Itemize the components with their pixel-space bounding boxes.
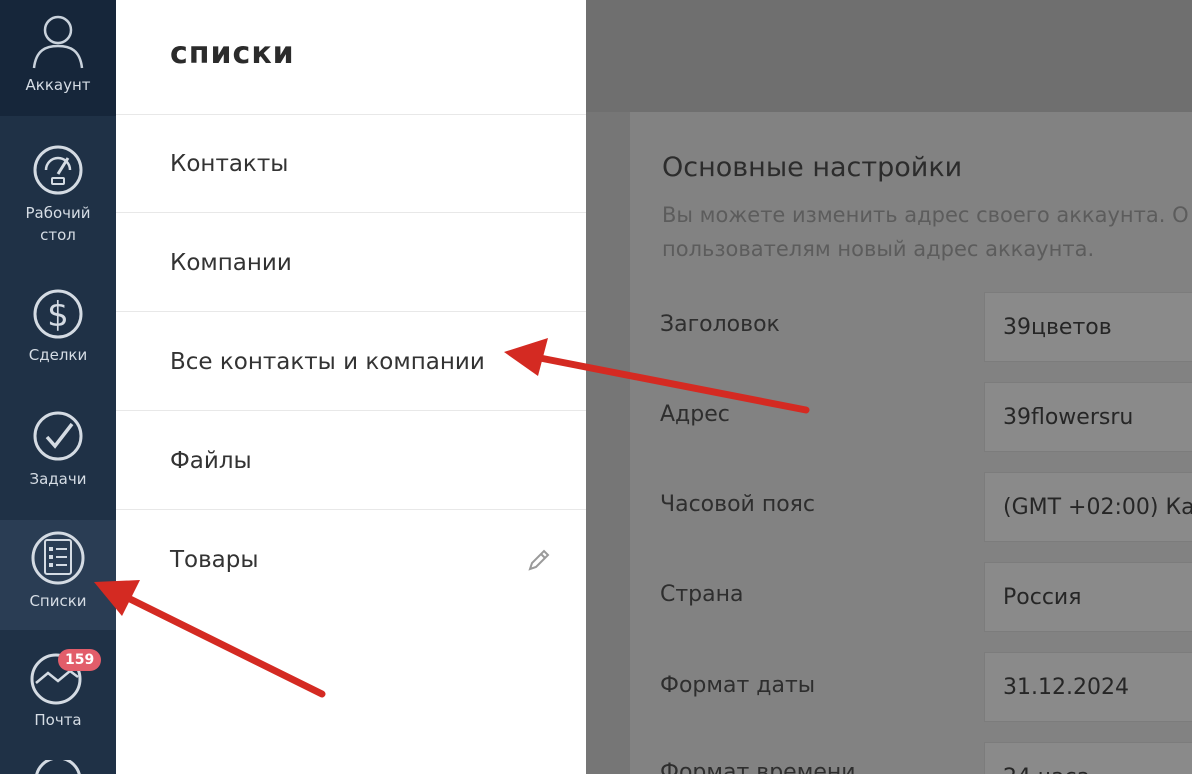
- list-item-all-contacts-companies[interactable]: Все контакты и компании: [116, 313, 586, 411]
- field-label-time-format: Формат времени: [660, 760, 856, 774]
- field-label-address: Адрес: [660, 402, 730, 427]
- app-window: Аккаунт Рабочий стол $ Сделки Задачи Спи…: [0, 0, 1192, 774]
- nav-dashboard[interactable]: Рабочий стол: [0, 138, 116, 246]
- list-item-companies[interactable]: Компании: [116, 214, 586, 312]
- list-item-products[interactable]: Товары: [116, 511, 586, 609]
- settings-description: Вы можете изменить адрес своего аккаунта…: [662, 198, 1192, 266]
- field-label-timezone: Часовой пояс: [660, 492, 816, 517]
- list-item-files[interactable]: Файлы: [116, 412, 586, 510]
- checkmark-icon: [33, 411, 83, 461]
- field-label-title: Заголовок: [660, 312, 780, 337]
- list-item-label: Файлы: [170, 448, 252, 474]
- nav-lists[interactable]: Списки: [0, 520, 116, 630]
- content-header: [586, 0, 1192, 112]
- dollar-icon: $: [33, 289, 83, 339]
- field-label-country: Страна: [660, 582, 744, 607]
- svg-text:$: $: [47, 295, 69, 335]
- settings-description-line: пользователям новый адрес аккаунта.: [662, 237, 1095, 261]
- time-format-select[interactable]: 24 часа: [984, 742, 1192, 774]
- nav-mail-label: Почта: [34, 711, 82, 729]
- pencil-icon[interactable]: [526, 547, 552, 573]
- list-item-contacts[interactable]: Контакты: [116, 115, 586, 213]
- list-item-label: Товары: [170, 547, 259, 573]
- user-avatar-icon: [32, 15, 84, 69]
- list-item-label: Компании: [170, 250, 292, 276]
- date-format-select[interactable]: 31.12.2024: [984, 652, 1192, 722]
- left-navigation: Аккаунт Рабочий стол $ Сделки Задачи Спи…: [0, 0, 116, 774]
- country-select[interactable]: Россия: [984, 562, 1192, 632]
- list-item-label: Все контакты и компании: [170, 349, 485, 375]
- divider: [116, 311, 586, 312]
- divider: [116, 509, 586, 510]
- settings-title: Основные настройки: [662, 152, 963, 183]
- title-input[interactable]: 39цветов: [984, 292, 1192, 362]
- partial-nav-icon: [35, 760, 81, 774]
- nav-account[interactable]: Аккаунт: [0, 0, 116, 116]
- settings-area: Основные настройки Вы можете изменить ад…: [586, 0, 1192, 774]
- list-icon: [31, 531, 85, 585]
- timezone-select[interactable]: (GMT +02:00) Кал: [984, 472, 1192, 542]
- divider: [116, 212, 586, 213]
- panel-title: списки: [170, 36, 295, 71]
- mail-count-badge: 159: [58, 649, 102, 671]
- field-label-date-format: Формат даты: [660, 673, 816, 698]
- nav-more[interactable]: [0, 760, 116, 774]
- divider: [116, 410, 586, 411]
- nav-account-label: Аккаунт: [25, 76, 91, 94]
- nav-tasks[interactable]: Задачи: [0, 404, 116, 490]
- settings-description-line: Вы можете изменить адрес своего аккаунта…: [662, 203, 1189, 227]
- lists-panel: списки Контакты Компании Все контакты и …: [116, 0, 586, 774]
- nav-lists-label: Списки: [29, 592, 87, 610]
- nav-mail[interactable]: 159 Почта: [0, 645, 116, 731]
- nav-deals[interactable]: $ Сделки: [0, 280, 116, 366]
- nav-deals-label: Сделки: [28, 346, 88, 364]
- list-item-label: Контакты: [170, 151, 289, 177]
- nav-dashboard-label: Рабочий стол: [25, 204, 91, 244]
- address-input[interactable]: 39flowersru: [984, 382, 1192, 452]
- nav-tasks-label: Задачи: [29, 470, 87, 488]
- speedometer-icon: [33, 145, 83, 195]
